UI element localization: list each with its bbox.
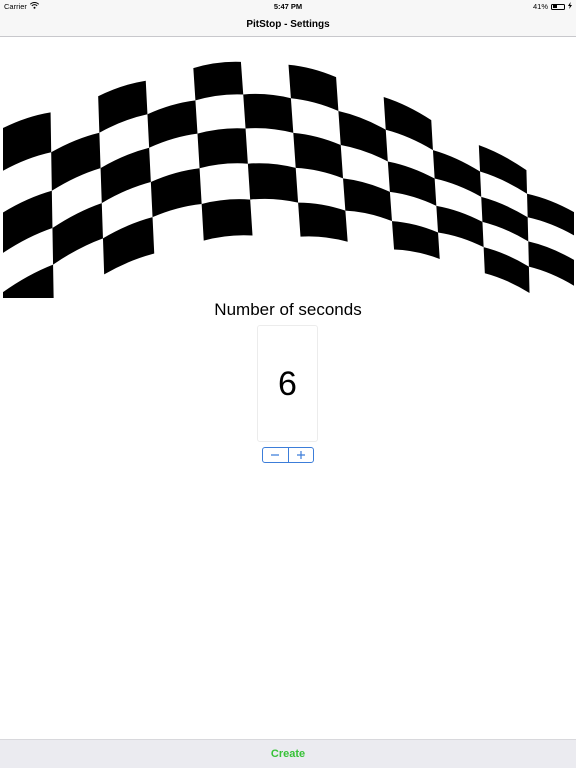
flag-square bbox=[3, 112, 52, 171]
flag-square bbox=[391, 221, 440, 259]
flag-square bbox=[247, 163, 299, 203]
flag-square bbox=[147, 100, 198, 148]
seconds-label: Number of seconds bbox=[214, 300, 362, 319]
checkered-flag-image bbox=[3, 61, 574, 298]
page-title: PitStop - Settings bbox=[246, 19, 330, 30]
minus-icon bbox=[271, 454, 280, 456]
status-bar: Carrier 5:47 PM 41% bbox=[0, 0, 576, 13]
flag-square bbox=[193, 61, 244, 101]
battery-percent: 41% bbox=[532, 2, 548, 11]
flag-square bbox=[3, 190, 53, 253]
flag-square bbox=[383, 97, 433, 151]
flag-square bbox=[100, 147, 151, 204]
battery-icon bbox=[551, 3, 565, 10]
flag-square bbox=[483, 247, 530, 294]
flag-square bbox=[3, 264, 54, 298]
plus-icon bbox=[296, 451, 305, 459]
flag-square bbox=[197, 128, 248, 169]
status-right: 41% bbox=[533, 0, 572, 13]
flag-square bbox=[528, 241, 574, 286]
flag-square bbox=[52, 203, 103, 265]
flag-square bbox=[293, 132, 344, 179]
flag-square bbox=[481, 196, 529, 242]
create-button[interactable]: Create bbox=[0, 740, 576, 769]
flag-square bbox=[343, 178, 392, 222]
flag-square bbox=[51, 132, 101, 191]
flag-square bbox=[150, 168, 202, 218]
flag-square bbox=[102, 217, 155, 275]
flag-square bbox=[478, 145, 528, 194]
bottom-toolbar: Create bbox=[0, 739, 576, 768]
battery-level-fill bbox=[552, 5, 558, 8]
seconds-picker[interactable]: 6 bbox=[257, 325, 318, 442]
flag-square bbox=[527, 193, 574, 236]
flag-square bbox=[98, 80, 148, 133]
flag-square bbox=[201, 199, 253, 241]
seconds-stepper[interactable] bbox=[262, 447, 314, 463]
status-time: 5:47 PM bbox=[273, 2, 303, 11]
flag-square bbox=[288, 64, 339, 112]
flag-square bbox=[338, 111, 388, 162]
flag-square bbox=[298, 202, 348, 242]
flag-square bbox=[387, 161, 437, 206]
seconds-value: 6 bbox=[278, 364, 297, 403]
decrement-button[interactable] bbox=[263, 448, 288, 462]
flag-square bbox=[436, 205, 484, 248]
charging-icon bbox=[568, 0, 572, 13]
navigation-bar: PitStop - Settings bbox=[0, 13, 576, 37]
flag-square bbox=[432, 150, 482, 197]
increment-button[interactable] bbox=[289, 448, 314, 462]
flag-square bbox=[243, 93, 294, 133]
